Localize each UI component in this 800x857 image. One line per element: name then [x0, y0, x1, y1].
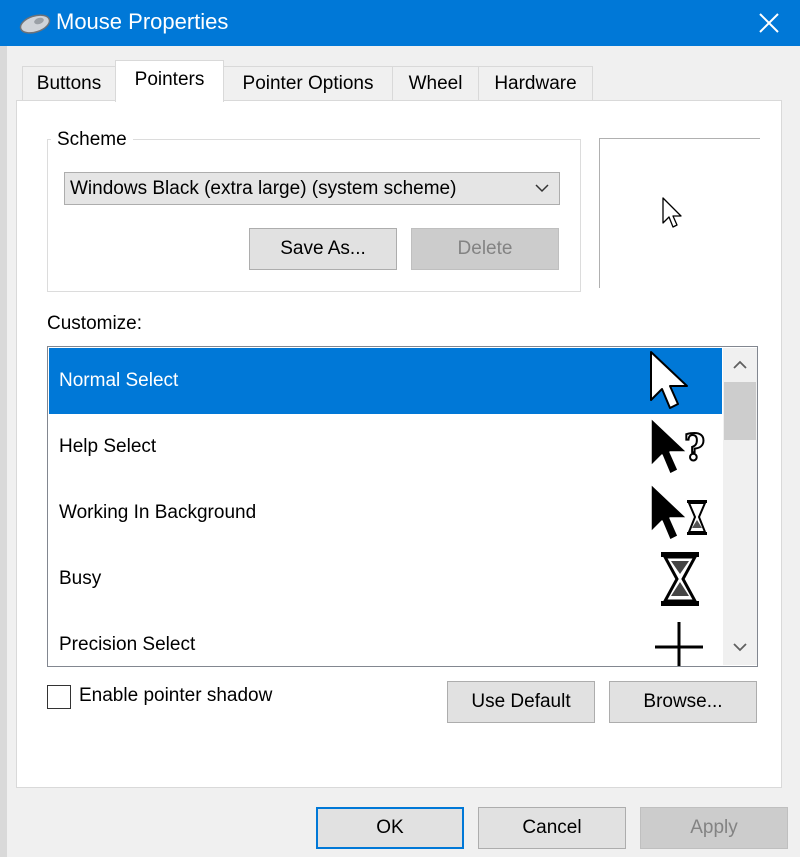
title-bar: Mouse Properties: [0, 0, 800, 46]
customize-label: Customize:: [47, 313, 143, 334]
list-item-label: Busy: [59, 568, 102, 589]
list-item-busy[interactable]: Busy: [49, 546, 722, 612]
arrow-cursor-icon: [650, 351, 688, 409]
browse-button[interactable]: Browse...: [609, 681, 757, 723]
chevron-up-icon: [733, 360, 747, 369]
chevron-down-icon: [733, 643, 747, 652]
dialog-client-area: Buttons Pointers Pointer Options Wheel H…: [0, 46, 800, 857]
mouse-icon: [19, 14, 51, 34]
enable-pointer-shadow-label: Enable pointer shadow: [79, 685, 273, 706]
list-item-help-select[interactable]: Help Select ?: [49, 414, 722, 480]
tab-wheel[interactable]: Wheel: [392, 66, 479, 100]
list-item-label: Precision Select: [59, 634, 196, 655]
svg-text:?: ?: [684, 427, 705, 469]
list-item-label: Help Select: [59, 436, 157, 457]
list-item-label: Working In Background: [59, 502, 257, 523]
pointers-tab-page: Scheme Windows Black (extra large) (syst…: [16, 100, 782, 788]
tab-strip: Buttons Pointers Pointer Options Wheel H…: [0, 46, 800, 102]
close-button[interactable]: [746, 0, 792, 46]
tab-pointers[interactable]: Pointers: [115, 60, 224, 102]
crosshair-cursor-icon: [655, 622, 703, 666]
help-cursor-icon: ?: [650, 417, 706, 475]
window-left-edge: [0, 46, 7, 857]
tab-hardware[interactable]: Hardware: [478, 66, 593, 100]
window-title: Mouse Properties: [56, 9, 229, 34]
ok-button[interactable]: OK: [316, 807, 464, 849]
tab-buttons[interactable]: Buttons: [22, 66, 116, 100]
working-cursor-icon: [650, 483, 707, 541]
arrow-cursor-icon: [662, 197, 682, 228]
hourglass-cursor-icon: [661, 552, 699, 606]
scheme-group-label: Scheme: [51, 129, 133, 151]
list-item-label: Normal Select: [59, 370, 179, 391]
scroll-up-button[interactable]: [723, 348, 757, 382]
use-default-button[interactable]: Use Default: [447, 681, 595, 723]
enable-pointer-shadow-checkbox[interactable]: [47, 685, 71, 709]
pointer-preview: [599, 138, 760, 288]
cursor-list: Normal Select Help Select ? Working In B…: [47, 346, 758, 667]
scroll-thumb[interactable]: [724, 382, 756, 440]
save-as-button[interactable]: Save As...: [249, 228, 397, 270]
list-item-working-in-background[interactable]: Working In Background: [49, 480, 722, 546]
close-icon: [759, 13, 779, 33]
list-item-precision-select[interactable]: Precision Select: [49, 612, 722, 666]
list-item-normal-select[interactable]: Normal Select: [49, 348, 722, 414]
apply-button[interactable]: Apply: [640, 807, 788, 849]
scheme-dropdown[interactable]: Windows Black (extra large) (system sche…: [64, 172, 560, 205]
list-scrollbar[interactable]: [723, 348, 757, 665]
delete-button[interactable]: Delete: [411, 228, 559, 270]
scroll-down-button[interactable]: [723, 631, 757, 665]
tab-pointer-options[interactable]: Pointer Options: [223, 66, 393, 100]
scheme-selected-value: Windows Black (extra large) (system sche…: [70, 178, 457, 199]
cancel-button[interactable]: Cancel: [478, 807, 626, 849]
chevron-down-icon: [535, 184, 549, 193]
